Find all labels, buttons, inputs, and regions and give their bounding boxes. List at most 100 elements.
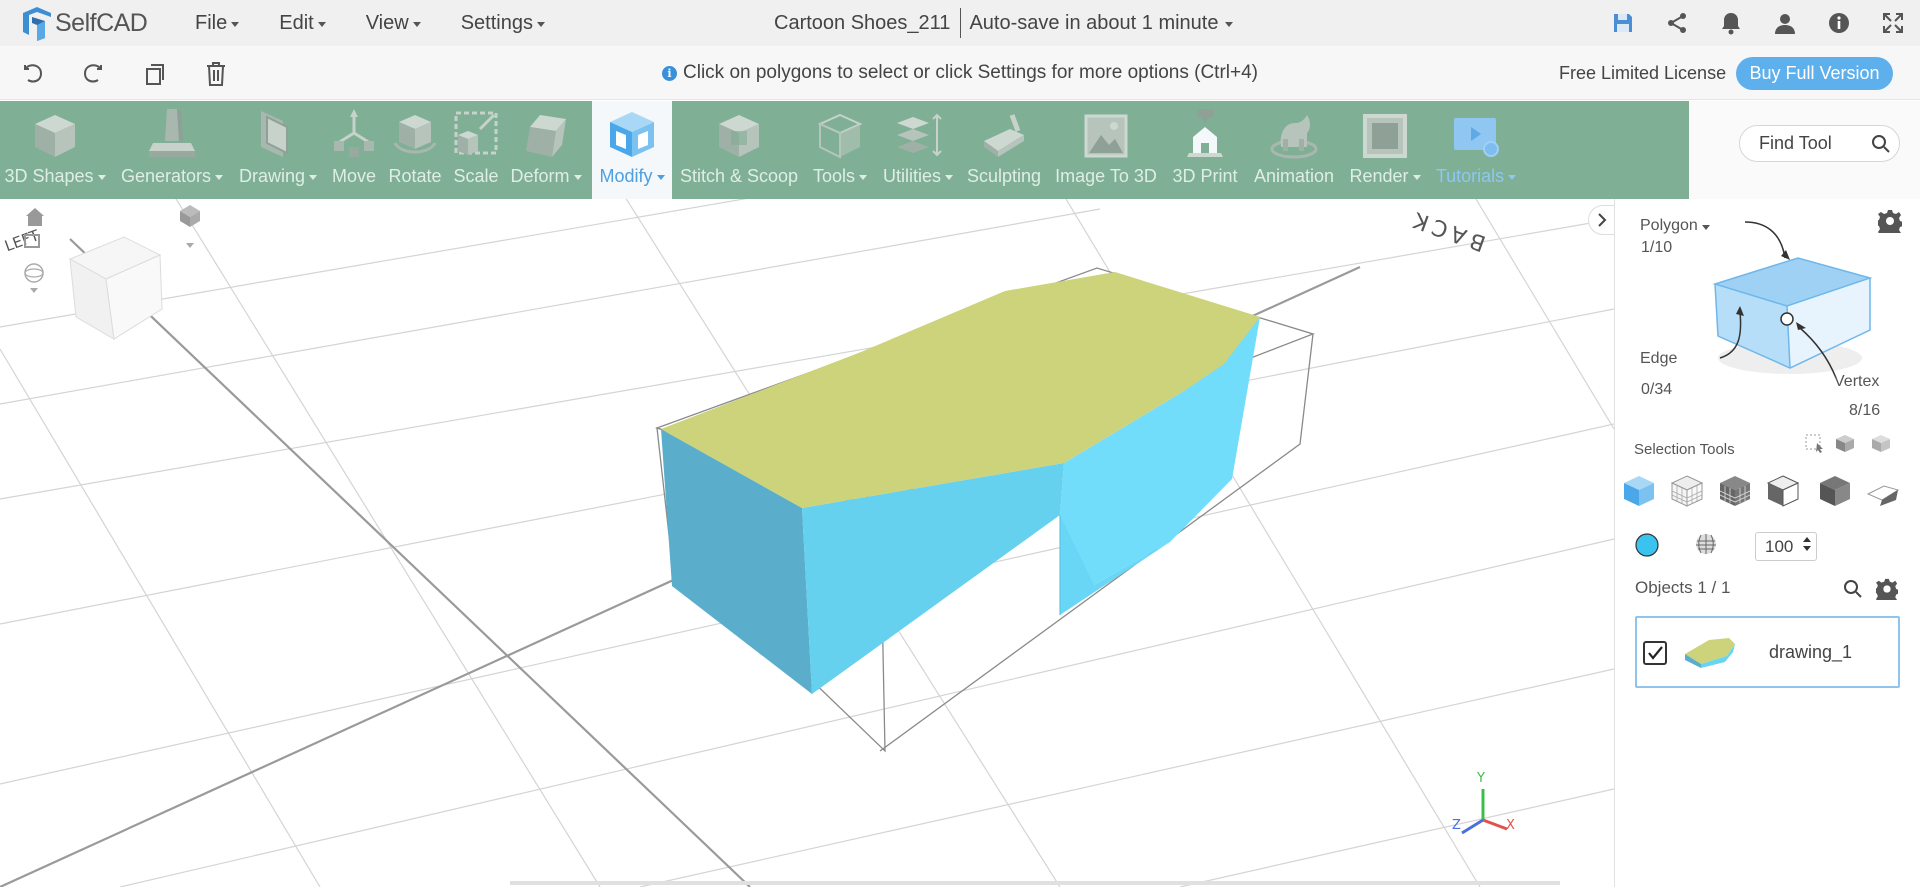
select-object-icon[interactable]	[1622, 474, 1656, 508]
collapse-panel-button[interactable]	[1588, 205, 1614, 235]
find-tool-input[interactable]: Find Tool	[1739, 125, 1900, 162]
notifications-button[interactable]	[1704, 0, 1758, 46]
view-cube-left-label: LEFT	[2, 226, 42, 255]
tool-label: 3D Shapes	[4, 166, 94, 186]
tool-drawing[interactable]: Drawing	[234, 101, 322, 199]
copy-icon	[146, 64, 164, 85]
object-item-drawing-1[interactable]: drawing_1	[1635, 616, 1900, 688]
modify-icon	[610, 112, 654, 157]
chevron-down-icon	[215, 175, 224, 180]
tool-label: Render	[1349, 166, 1409, 186]
redo-icon	[84, 64, 102, 83]
search-icon[interactable]	[1843, 579, 1863, 599]
tool-render[interactable]: Render	[1344, 101, 1426, 199]
save-button[interactable]	[1596, 0, 1650, 46]
tool-image-to-3d[interactable]: Image To 3D	[1050, 101, 1162, 199]
chevron-down-icon	[309, 175, 318, 180]
tool-tutorials[interactable]: Tutorials	[1430, 101, 1522, 199]
tool-deform[interactable]: Deform	[506, 101, 586, 199]
chevron-down-icon	[317, 21, 326, 27]
tool-move[interactable]: Move	[326, 101, 382, 199]
select-through-icon[interactable]	[1870, 433, 1892, 453]
search-icon[interactable]	[1871, 134, 1891, 154]
view-cube-toggle[interactable]	[180, 205, 200, 248]
tool-label: Sculpting	[966, 166, 1042, 186]
chevron-down-icon	[1508, 175, 1517, 180]
animation-icon	[1270, 115, 1318, 159]
select-grid-icon[interactable]	[1670, 474, 1704, 508]
tool-generators[interactable]: Generators	[114, 101, 230, 199]
decrement-icon[interactable]	[1803, 546, 1811, 551]
buy-full-version-button[interactable]: Buy Full Version	[1736, 57, 1893, 90]
object-thumbnail	[1685, 638, 1735, 668]
select-mesh-icon[interactable]	[1718, 474, 1752, 508]
redo-button[interactable]	[79, 60, 107, 88]
brush-size-stepper[interactable]: 100	[1755, 532, 1817, 561]
increment-icon[interactable]	[1803, 537, 1811, 542]
tool-stitch-scoop[interactable]: Stitch & Scoop	[676, 101, 802, 199]
tool-label: Animation	[1253, 166, 1335, 186]
tool-label: Move	[331, 166, 376, 186]
tool-animation[interactable]: Animation	[1246, 101, 1342, 199]
drawing-1-mesh[interactable]	[661, 272, 1260, 694]
menu-file[interactable]: File	[195, 12, 240, 35]
tool-label: Drawing	[238, 166, 306, 186]
brush-size-value: 100	[1765, 536, 1794, 556]
menu-settings[interactable]: Settings	[461, 12, 545, 35]
delete-button[interactable]	[202, 60, 230, 88]
undo-button[interactable]	[19, 60, 47, 88]
gear-icon[interactable]	[1878, 209, 1902, 233]
tool-scale[interactable]: Scale	[448, 101, 504, 199]
copy-button[interactable]	[141, 60, 169, 88]
cube-icon	[35, 115, 75, 157]
fullscreen-button[interactable]	[1866, 0, 1920, 46]
select-visible-icon[interactable]	[1834, 433, 1856, 453]
chevron-down-icon	[231, 21, 240, 27]
menu-bar: SelfCAD File Edit View Settings Cartoon …	[0, 0, 1920, 46]
select-plane-icon[interactable]	[1866, 478, 1900, 508]
menu-view[interactable]: View	[366, 12, 421, 35]
tool-sculpting[interactable]: Sculpting	[962, 101, 1046, 199]
object-visibility-checkbox[interactable]	[1643, 641, 1667, 665]
gear-icon[interactable]	[1876, 578, 1898, 600]
chevron-down-icon	[1412, 175, 1421, 180]
tool-tools[interactable]: Tools	[806, 101, 874, 199]
autosave-dropdown[interactable]: Auto-save in about 1 minute	[969, 12, 1218, 35]
chevron-down-icon	[536, 21, 545, 27]
vertex-label[interactable]: Vertex	[1834, 373, 1879, 391]
move-icon	[334, 109, 374, 157]
object-name: drawing_1	[1769, 642, 1853, 662]
project-title[interactable]: Cartoon Shoes_211	[774, 12, 950, 35]
drawing-icon	[261, 111, 288, 157]
tool-rotate[interactable]: Rotate	[384, 101, 446, 199]
axis-y-label: Y	[1476, 771, 1485, 786]
view-perspective-button[interactable]	[24, 263, 44, 293]
sphere-brush-icon[interactable]	[1694, 532, 1718, 556]
rotate-icon	[393, 115, 437, 154]
select-shell-icon[interactable]	[1766, 474, 1800, 508]
tool-utilities[interactable]: Utilities	[876, 101, 960, 199]
help-button[interactable]	[1812, 0, 1866, 46]
3d-viewport[interactable]: LEFT BACK Y X Z	[0, 199, 1614, 887]
brush-color-icon[interactable]	[1634, 532, 1660, 558]
share-icon	[1668, 13, 1686, 33]
tool-3d-shapes[interactable]: 3D Shapes	[0, 101, 110, 199]
license-label: Free Limited License	[1559, 62, 1727, 83]
selfcad-logo[interactable]: SelfCAD	[20, 5, 155, 41]
account-button[interactable]	[1758, 0, 1812, 46]
hint-text: i Click on polygons to select or click S…	[662, 46, 1258, 100]
menu-edit[interactable]: Edit	[279, 12, 326, 35]
chevron-right-icon	[1597, 213, 1606, 227]
view-home-button[interactable]	[26, 208, 44, 226]
tool-3d-print[interactable]: 3D Print	[1164, 101, 1246, 199]
chevron-down-icon	[1225, 21, 1234, 27]
share-button[interactable]	[1650, 0, 1704, 46]
chevron-down-icon	[97, 175, 106, 180]
utilities-icon	[897, 113, 942, 157]
tool-label: Image To 3D	[1055, 166, 1157, 186]
objects-count-label: Objects 1 / 1	[1635, 578, 1731, 597]
edge-label[interactable]: Edge	[1640, 350, 1677, 368]
select-area-icon[interactable]	[1804, 433, 1826, 453]
tool-modify[interactable]: Modify	[592, 101, 672, 199]
select-face-icon[interactable]	[1818, 474, 1852, 508]
